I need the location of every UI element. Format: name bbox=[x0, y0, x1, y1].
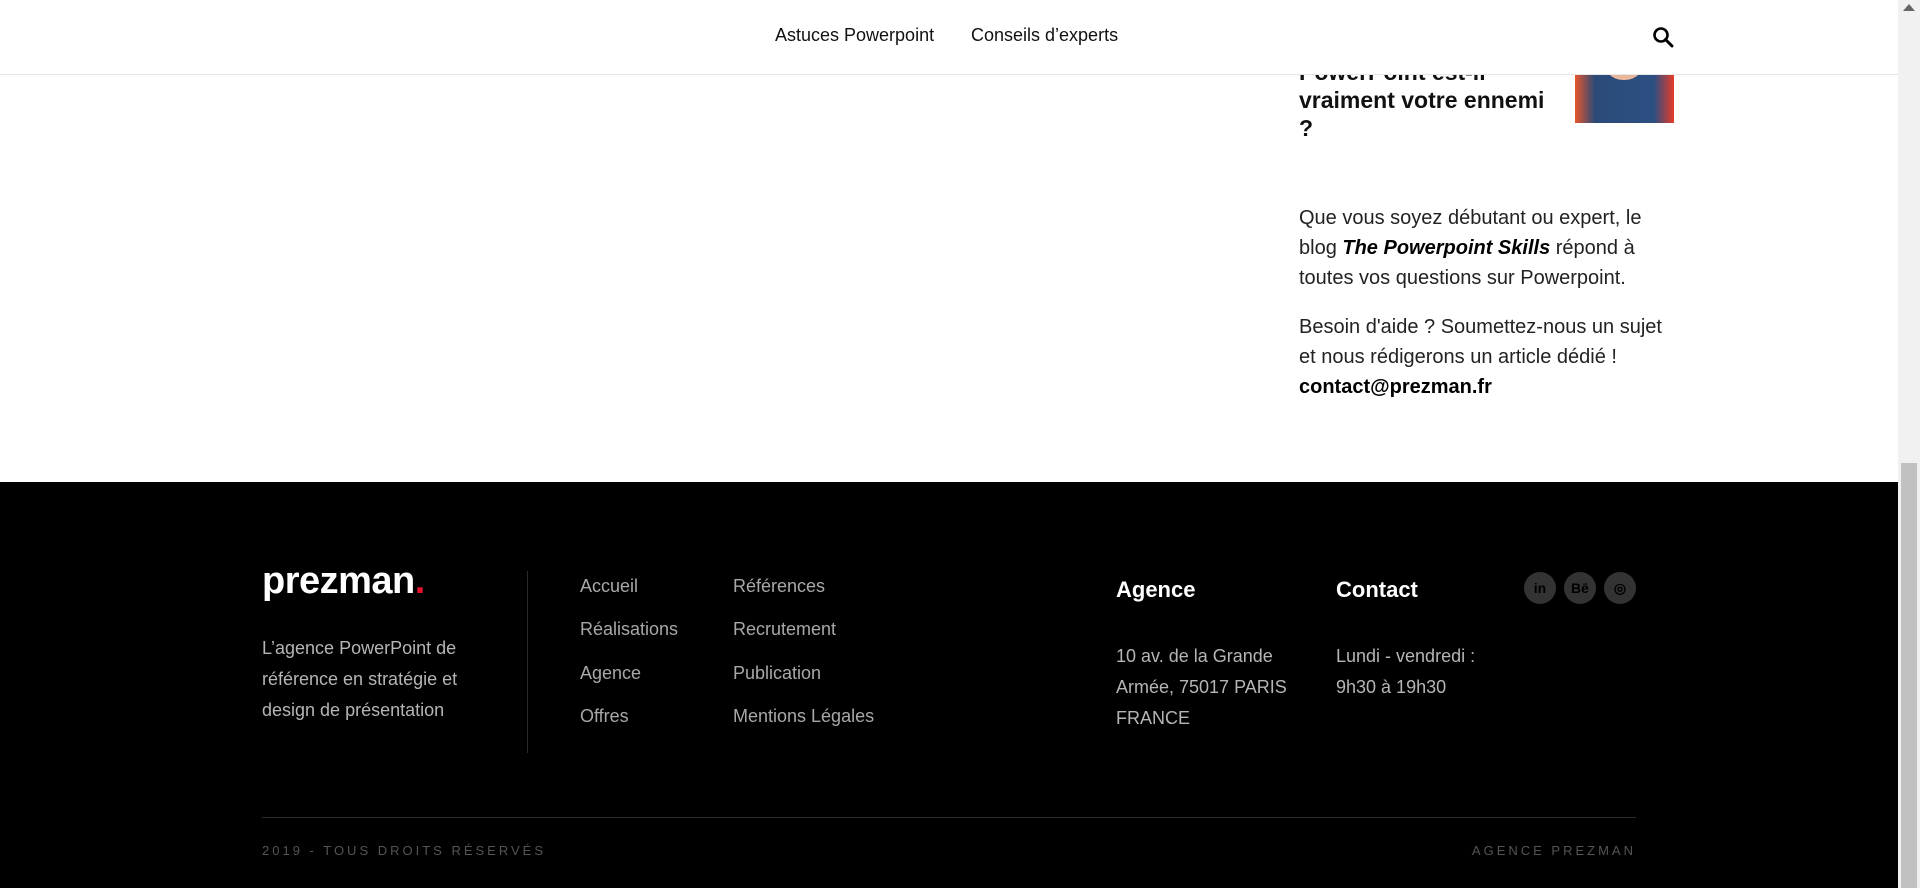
agence-address: 10 av. de la Grande Armée, 75017 PARIS F… bbox=[1116, 646, 1287, 728]
top-header: Astuces Powerpoint Conseils d’experts bbox=[0, 0, 1898, 75]
footer-link-realisations[interactable]: Réalisations bbox=[580, 619, 678, 640]
dribbble-icon[interactable]: ◎ bbox=[1604, 572, 1636, 604]
prezman-logo[interactable]: prezman. bbox=[262, 560, 425, 603]
footer-link-recrutement[interactable]: Recrutement bbox=[733, 619, 836, 640]
footer-link-accueil[interactable]: Accueil bbox=[580, 576, 638, 597]
title-line: ? bbox=[1299, 115, 1314, 141]
help-text-body: Besoin d'aide ? Soumettez-nous un sujet … bbox=[1299, 316, 1662, 368]
footer-separator bbox=[262, 817, 1636, 818]
nav-astuces-powerpoint[interactable]: Astuces Powerpoint bbox=[775, 25, 934, 46]
agency-signature: AGENCE PREZMAN bbox=[1471, 843, 1636, 858]
blog-name: The Powerpoint Skills bbox=[1342, 237, 1551, 259]
footer-link-agence[interactable]: Agence bbox=[580, 663, 641, 684]
contact-hours: Lundi - vendredi : 9h30 à 19h30 bbox=[1336, 646, 1476, 697]
scroll-up-arrow-icon[interactable] bbox=[1903, 4, 1915, 11]
copyright: 2019 - TOUS DROITS RÉSERVÉS bbox=[262, 843, 547, 858]
agence-heading: Agence bbox=[1116, 577, 1196, 602]
footer-link-references[interactable]: Références bbox=[733, 576, 825, 597]
behance-icon[interactable]: Bē bbox=[1564, 572, 1596, 604]
help-text: Besoin d'aide ? Soumettez-nous un sujet … bbox=[1299, 312, 1679, 402]
nav-conseils-experts[interactable]: Conseils d’experts bbox=[971, 25, 1118, 46]
search-icon[interactable] bbox=[1652, 26, 1674, 48]
footer-divider bbox=[527, 571, 528, 753]
linkedin-icon[interactable]: in bbox=[1524, 572, 1556, 604]
footer-link-publication[interactable]: Publication bbox=[733, 663, 821, 684]
footer-tagline: L’agence PowerPoint de référence en stra… bbox=[262, 638, 458, 720]
contact-heading: Contact bbox=[1336, 577, 1418, 602]
footer-link-offres[interactable]: Offres bbox=[580, 706, 629, 727]
blog-intro: Que vous soyez débutant ou expert, le bl… bbox=[1299, 203, 1679, 293]
footer-link-mentions-legales[interactable]: Mentions Légales bbox=[733, 706, 874, 727]
contact-email-link[interactable]: contact@prezman.fr bbox=[1299, 376, 1492, 398]
title-line: vraiment votre ennemi bbox=[1299, 87, 1545, 113]
scrollbar-thumb[interactable] bbox=[1901, 463, 1917, 888]
